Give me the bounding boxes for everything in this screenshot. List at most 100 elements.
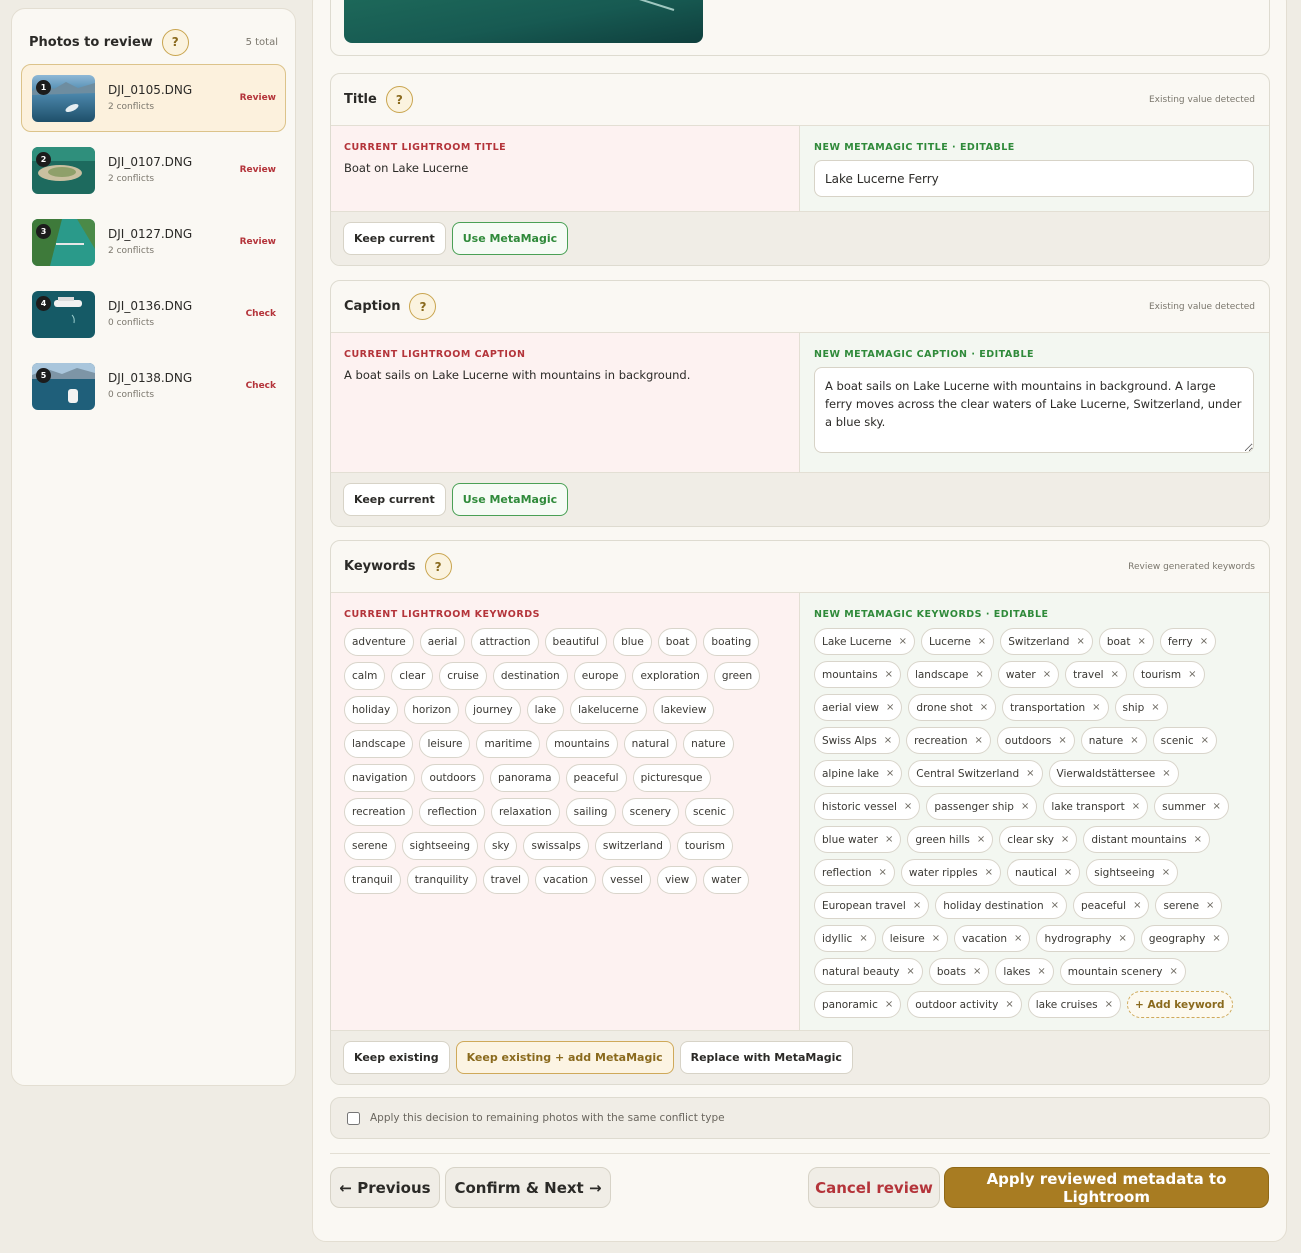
remove-keyword-icon[interactable]: × xyxy=(1076,636,1084,647)
current-keyword-chip: natural xyxy=(623,730,678,758)
remove-keyword-icon[interactable]: × xyxy=(980,702,988,713)
remove-keyword-icon[interactable]: × xyxy=(1194,834,1202,845)
keyword-label: aerial view xyxy=(822,701,879,714)
new-keyword-chip: passenger ship × xyxy=(926,793,1038,820)
photo-list-item[interactable]: 4 DJI_0136.DNG 0 conflicts Check xyxy=(21,280,286,348)
photo-list-item[interactable]: 5 DJI_0138.DNG 0 conflicts Check xyxy=(21,352,286,420)
photo-thumbnail: 1 xyxy=(32,75,95,122)
current-title-value: Boat on Lake Lucerne xyxy=(344,161,469,175)
remove-keyword-icon[interactable]: × xyxy=(1200,636,1208,647)
remove-keyword-icon[interactable]: × xyxy=(1133,900,1141,911)
current-keyword-chip: nature xyxy=(683,730,734,758)
remove-keyword-icon[interactable]: × xyxy=(1037,966,1045,977)
confirm-next-button[interactable]: Confirm & Next → xyxy=(445,1167,611,1208)
current-keyword-chip: switzerland xyxy=(594,832,671,860)
remove-keyword-icon[interactable]: × xyxy=(1021,801,1029,812)
previous-button[interactable]: ← Previous xyxy=(330,1167,440,1208)
remove-keyword-icon[interactable]: × xyxy=(904,801,912,812)
help-icon[interactable]: ? xyxy=(424,553,452,580)
remove-keyword-icon[interactable]: × xyxy=(1111,669,1119,680)
keyword-label: lake cruises xyxy=(1035,998,1098,1011)
keyword-label: hydrography xyxy=(1044,932,1112,945)
remove-keyword-icon[interactable]: × xyxy=(1043,669,1051,680)
remove-keyword-icon[interactable]: × xyxy=(1212,801,1220,812)
cancel-review-button[interactable]: Cancel review xyxy=(808,1167,940,1208)
remove-keyword-icon[interactable]: × xyxy=(884,735,892,746)
remove-keyword-icon[interactable]: × xyxy=(975,735,983,746)
remove-keyword-icon[interactable]: × xyxy=(1005,999,1013,1010)
remove-keyword-icon[interactable]: × xyxy=(1051,900,1059,911)
add-keyword-button[interactable]: + Add keyword xyxy=(1127,991,1233,1018)
remove-keyword-icon[interactable]: × xyxy=(1026,768,1034,779)
keyword-label: scenic xyxy=(1160,734,1194,747)
remove-keyword-icon[interactable]: × xyxy=(1118,933,1126,944)
remove-keyword-icon[interactable]: × xyxy=(913,900,921,911)
remove-keyword-icon[interactable]: × xyxy=(885,834,893,845)
remove-keyword-icon[interactable]: × xyxy=(1061,834,1069,845)
new-keyword-chip: transportation × xyxy=(1002,694,1109,721)
current-keyword-chip: navigation xyxy=(344,764,416,792)
keyword-label: water ripples xyxy=(908,866,978,879)
apply-to-remaining-row[interactable]: Apply this decision to remaining photos … xyxy=(330,1097,1270,1139)
sidebar-title: Photos to review xyxy=(29,34,153,50)
keyword-label: serene xyxy=(1163,899,1200,912)
remove-keyword-icon[interactable]: × xyxy=(906,966,914,977)
help-icon[interactable]: ? xyxy=(161,28,189,56)
remove-keyword-icon[interactable]: × xyxy=(1170,966,1178,977)
new-caption-column: NEW METAMAGIC CAPTION · EDITABLE A boat … xyxy=(800,333,1269,472)
help-icon[interactable]: ? xyxy=(409,293,437,320)
remove-keyword-icon[interactable]: × xyxy=(859,933,867,944)
replace-with-metamagic-button[interactable]: Replace with MetaMagic xyxy=(679,1041,853,1074)
remove-keyword-icon[interactable]: × xyxy=(977,834,985,845)
keep-existing-add-metamagic-button[interactable]: Keep existing + add MetaMagic xyxy=(455,1041,674,1074)
use-metamagic-caption-button[interactable]: Use MetaMagic xyxy=(451,483,569,516)
keep-current-title-button[interactable]: Keep current xyxy=(343,222,446,255)
photo-list-item[interactable]: 1 DJI_0105.DNG 2 conflicts Review xyxy=(21,64,286,132)
remove-keyword-icon[interactable]: × xyxy=(1064,867,1072,878)
remove-keyword-icon[interactable]: × xyxy=(1162,768,1170,779)
remove-keyword-icon[interactable]: × xyxy=(1162,867,1170,878)
remove-keyword-icon[interactable]: × xyxy=(885,669,893,680)
photo-list-item[interactable]: 3 DJI_0127.DNG 2 conflicts Review xyxy=(21,208,286,276)
new-keyword-chip: aerial view × xyxy=(814,694,903,721)
help-icon[interactable]: ? xyxy=(385,86,413,113)
remove-keyword-icon[interactable]: × xyxy=(1105,999,1113,1010)
remove-keyword-icon[interactable]: × xyxy=(973,966,981,977)
remove-keyword-icon[interactable]: × xyxy=(1188,669,1196,680)
current-keyword-chip: sightseeing xyxy=(401,832,479,860)
remove-keyword-icon[interactable]: × xyxy=(879,867,887,878)
remove-keyword-icon[interactable]: × xyxy=(1014,933,1022,944)
remove-keyword-icon[interactable]: × xyxy=(899,636,907,647)
remove-keyword-icon[interactable]: × xyxy=(885,999,893,1010)
keep-existing-keywords-button[interactable]: Keep existing xyxy=(343,1041,450,1074)
photo-conflict-count: 0 conflicts xyxy=(108,318,155,328)
apply-to-remaining-checkbox[interactable] xyxy=(347,1111,360,1125)
remove-keyword-icon[interactable]: × xyxy=(1206,900,1214,911)
remove-keyword-icon[interactable]: × xyxy=(1151,702,1159,713)
remove-keyword-icon[interactable]: × xyxy=(1137,636,1145,647)
remove-keyword-icon[interactable]: × xyxy=(1130,735,1138,746)
keyword-label: Vierwaldstättersee xyxy=(1056,767,1156,780)
remove-keyword-icon[interactable]: × xyxy=(1132,801,1140,812)
remove-keyword-icon[interactable]: × xyxy=(1058,735,1066,746)
new-caption-textarea[interactable]: A boat sails on Lake Lucerne with mounta… xyxy=(814,367,1254,453)
remove-keyword-icon[interactable]: × xyxy=(886,702,894,713)
remove-keyword-icon[interactable]: × xyxy=(932,933,940,944)
remove-keyword-icon[interactable]: × xyxy=(978,636,986,647)
caption-card-note: Existing value detected xyxy=(1149,302,1255,312)
remove-keyword-icon[interactable]: × xyxy=(1212,933,1220,944)
remove-keyword-icon[interactable]: × xyxy=(886,768,894,779)
remove-keyword-icon[interactable]: × xyxy=(985,867,993,878)
keyword-label: geography xyxy=(1148,932,1206,945)
use-metamagic-title-button[interactable]: Use MetaMagic xyxy=(451,222,569,255)
keep-current-caption-button[interactable]: Keep current xyxy=(343,483,446,516)
new-title-input[interactable] xyxy=(814,160,1254,197)
new-keyword-chip: recreation × xyxy=(906,727,991,754)
remove-keyword-icon[interactable]: × xyxy=(1201,735,1209,746)
photo-list-item[interactable]: 2 DJI_0107.DNG 2 conflicts Review xyxy=(21,136,286,204)
current-keyword-chip: leisure xyxy=(419,730,471,758)
apply-metadata-button[interactable]: Apply reviewed metadata to Lightroom xyxy=(944,1167,1269,1208)
remove-keyword-icon[interactable]: × xyxy=(1092,702,1100,713)
current-keyword-chip: scenic xyxy=(684,798,735,826)
remove-keyword-icon[interactable]: × xyxy=(975,669,983,680)
